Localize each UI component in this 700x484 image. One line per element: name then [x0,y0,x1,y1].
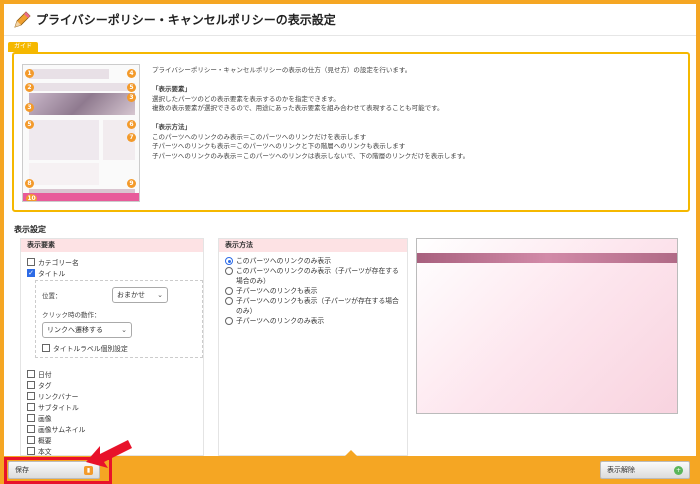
guide-badge: 1 [25,69,34,78]
guide-panel: 1 2 3 4 5 6 7 8 9 10 3 5 プライバシーポリシー・キャンセ… [12,52,690,212]
annotation-arrow-icon [86,440,132,468]
guide-badge: 4 [127,69,136,78]
checkbox-checked[interactable]: ✓ [27,268,35,277]
checkbox-tag[interactable]: タグ [27,379,197,390]
title-options: 位置： おまかせ ⌄ クリック時の動作： リンクへ遷移する ⌄ タイトルラベル個別設… [35,280,203,358]
checkbox-image[interactable]: 画像 [27,412,197,423]
radio[interactable] [225,297,233,305]
click-action-label: クリック時の動作： [42,311,101,319]
footer-notch [344,450,358,457]
elements-head: 表示要素 [21,239,203,252]
methods-head: 表示方法 [219,239,407,252]
guide-badge: 8 [25,179,34,188]
page-header: プライバシーポリシー・キャンセルポリシーの表示設定 [4,4,696,36]
settings-title: 表示設定 [14,225,46,234]
preview-header-bar [417,253,677,263]
click-action-select[interactable]: リンクへ遷移する ⌄ [42,322,132,338]
chevron-down-icon: ⌄ [121,326,127,334]
checkbox[interactable] [42,343,50,352]
radio-include-children-if-exist[interactable]: 子パーツへのリンクも表示（子パーツが存在する場合のみ） [225,296,401,316]
layout-diagram: 1 2 3 4 5 6 7 8 9 10 3 5 [22,64,140,202]
checkbox[interactable] [27,257,35,266]
checkbox[interactable] [27,380,35,389]
preview-pane [416,238,678,414]
guide-badge: 6 [127,120,136,129]
checkbox-link-banner[interactable]: リンクバナー [27,390,197,401]
checkbox[interactable] [27,413,35,422]
radio-include-children[interactable]: 子パーツへのリンクも表示 [225,286,401,296]
checkbox-title[interactable]: ✓ タイトル [27,267,197,278]
radio-this-part-only-if-children[interactable]: このパーツへのリンクのみ表示（子パーツが存在する場合のみ） [225,266,401,286]
release-button[interactable]: 表示解除 + [600,461,690,479]
guide-text: プライバシーポリシー・キャンセルポリシーの表示の仕方（見せ方）の設定を行います。… [152,66,470,160]
radio-children-only[interactable]: 子パーツへのリンクのみ表示 [225,316,401,326]
checkbox-title-label-setting[interactable]: タイトルラベル個別設定 [42,342,196,353]
methods-panel: 表示方法 このパーツへのリンクのみ表示 このパーツへのリンクのみ表示（子パーツが… [218,238,408,456]
checkbox-image-thumbnail[interactable]: 画像サムネイル [27,423,197,434]
position-label: 位置： [42,292,62,300]
pencil-icon [14,10,31,28]
guide-badge: 5 [127,83,136,92]
guide-badge: 3 [25,103,34,112]
checkbox[interactable] [27,402,35,411]
guide-badge: 3 [127,93,136,102]
guide-badge: 9 [127,179,136,188]
radio[interactable] [225,287,233,295]
position-select[interactable]: おまかせ ⌄ [112,287,168,303]
radio[interactable] [225,317,233,325]
guide-badge: 2 [25,83,34,92]
checkbox[interactable] [27,369,35,378]
radio-checked[interactable] [225,257,233,265]
radio-this-part-only[interactable]: このパーツへのリンクのみ表示 [225,256,401,266]
guide-badge: 10 [26,194,37,202]
checkbox[interactable] [27,424,35,433]
checkbox[interactable] [27,446,35,455]
checkbox-subtitle[interactable]: サブタイトル [27,401,197,412]
elements-panel: 表示要素 カテゴリー名 ✓ タイトル 位置： おまかせ ⌄ クリック時の動作： リ… [20,238,204,456]
checkbox-date[interactable]: 日付 [27,368,197,379]
checkbox[interactable] [27,435,35,444]
checkbox[interactable] [27,391,35,400]
page-title: プライバシーポリシー・キャンセルポリシーの表示設定 [36,13,336,27]
guide-badge: 7 [127,133,136,142]
plus-circle-icon: + [674,466,683,475]
checkbox-category-name[interactable]: カテゴリー名 [27,256,197,267]
radio[interactable] [225,267,233,275]
guide-tag: ガイド [8,42,39,52]
chevron-down-icon: ⌄ [157,291,163,299]
guide-badge: 5 [25,120,34,129]
